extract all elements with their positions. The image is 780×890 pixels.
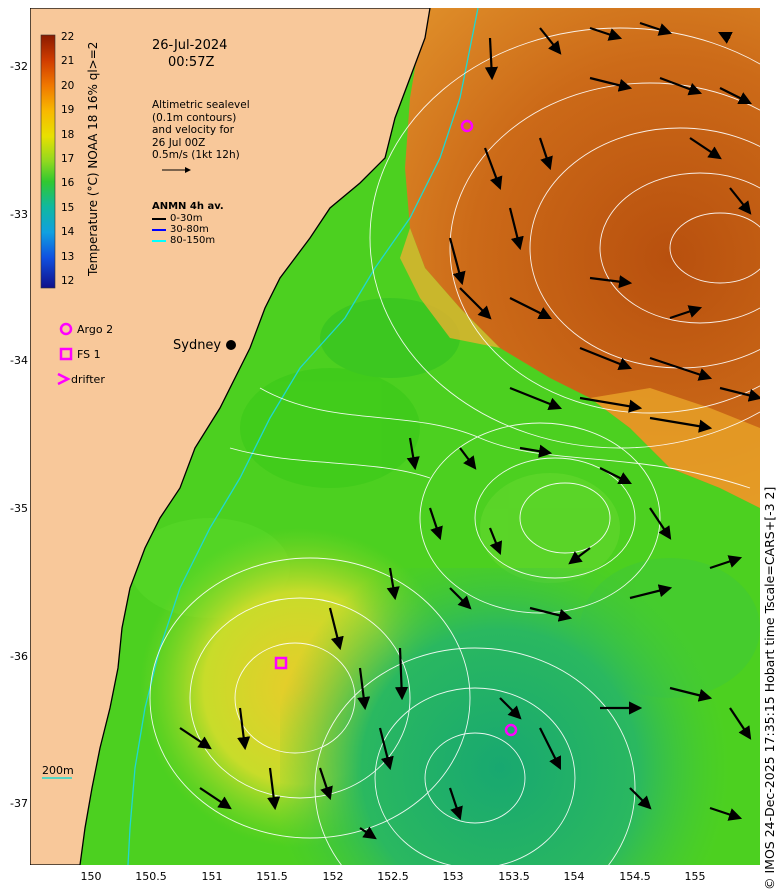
legend-fs-label: FS 1 xyxy=(77,348,101,361)
colorbar-tick: 16 xyxy=(61,177,75,190)
altimetry-line-4: 26 Jul 00Z xyxy=(152,136,206,149)
city-label-sydney: Sydney xyxy=(173,338,222,353)
x-tick-label: 154.5 xyxy=(619,870,651,883)
anmn-title: ANMN 4h av. xyxy=(152,201,224,212)
colorbar xyxy=(40,34,56,289)
x-tick-label: 151 xyxy=(201,870,223,883)
y-tick-label: -35 xyxy=(10,502,28,515)
y-tick-label: -37 xyxy=(10,797,28,810)
x-tick-label: 152 xyxy=(322,870,344,883)
colorbar-tick: 22 xyxy=(61,31,75,43)
x-tick-label: 150.5 xyxy=(135,870,167,883)
legend-drifter-label: drifter xyxy=(71,373,105,386)
x-tick-label: 150 xyxy=(80,870,102,883)
map-time: 00:57Z xyxy=(168,55,215,70)
altimetry-line-1: Altimetric sealevel xyxy=(152,99,250,111)
anmn-label-80-150: 80-150m xyxy=(170,235,216,246)
x-tick-label: 154 xyxy=(563,870,585,883)
x-tick-label: 152.5 xyxy=(377,870,409,883)
y-tick-label: -33 xyxy=(10,208,28,221)
colorbar-tick: 20 xyxy=(61,79,75,92)
colorbar-title: Temperature (°C) NOAA 18 16% ql>=2 xyxy=(86,41,100,276)
colorbar-tick: 12 xyxy=(61,275,75,287)
anmn-label-0-30: 0-30m xyxy=(170,213,203,224)
x-tick-label: 153 xyxy=(442,870,464,883)
legend-argo-label: Argo 2 xyxy=(77,323,114,336)
altimetry-line-2: (0.1m contours) xyxy=(152,111,237,124)
colorbar-tick: 19 xyxy=(61,104,75,117)
map-date: 26-Jul-2024 xyxy=(152,38,228,53)
colorbar-tick: 21 xyxy=(61,55,75,68)
sydney-dot xyxy=(226,340,236,350)
credit-line: © IMOS 24-Dec-2025 17:35:15 Hobart time … xyxy=(762,486,777,890)
anmn-label-30-80: 30-80m xyxy=(170,224,209,235)
x-tick-label: 151.5 xyxy=(256,870,288,883)
x-tick-label: 155 xyxy=(684,870,706,883)
isobath-legend-label: 200m xyxy=(42,764,74,777)
altimetry-line-3: and velocity for xyxy=(152,124,234,136)
colorbar-tick: 13 xyxy=(61,250,75,263)
colorbar-tick: 14 xyxy=(61,226,75,239)
y-tick-label: -36 xyxy=(10,650,28,663)
colorbar-tick: 15 xyxy=(61,201,75,214)
y-tick-label: -32 xyxy=(10,60,28,73)
x-tick-label: 153.5 xyxy=(498,870,530,883)
colorbar-tick: 17 xyxy=(61,153,75,165)
altimetry-note: Altimetric sealevel (0.1m contours) and … xyxy=(152,99,250,162)
sst-map xyxy=(30,8,760,865)
colorbar-tick: 18 xyxy=(61,128,75,141)
y-tick-label: -34 xyxy=(10,354,28,367)
altimetry-line-5: 0.5m/s (1kt 12h) xyxy=(152,149,240,161)
